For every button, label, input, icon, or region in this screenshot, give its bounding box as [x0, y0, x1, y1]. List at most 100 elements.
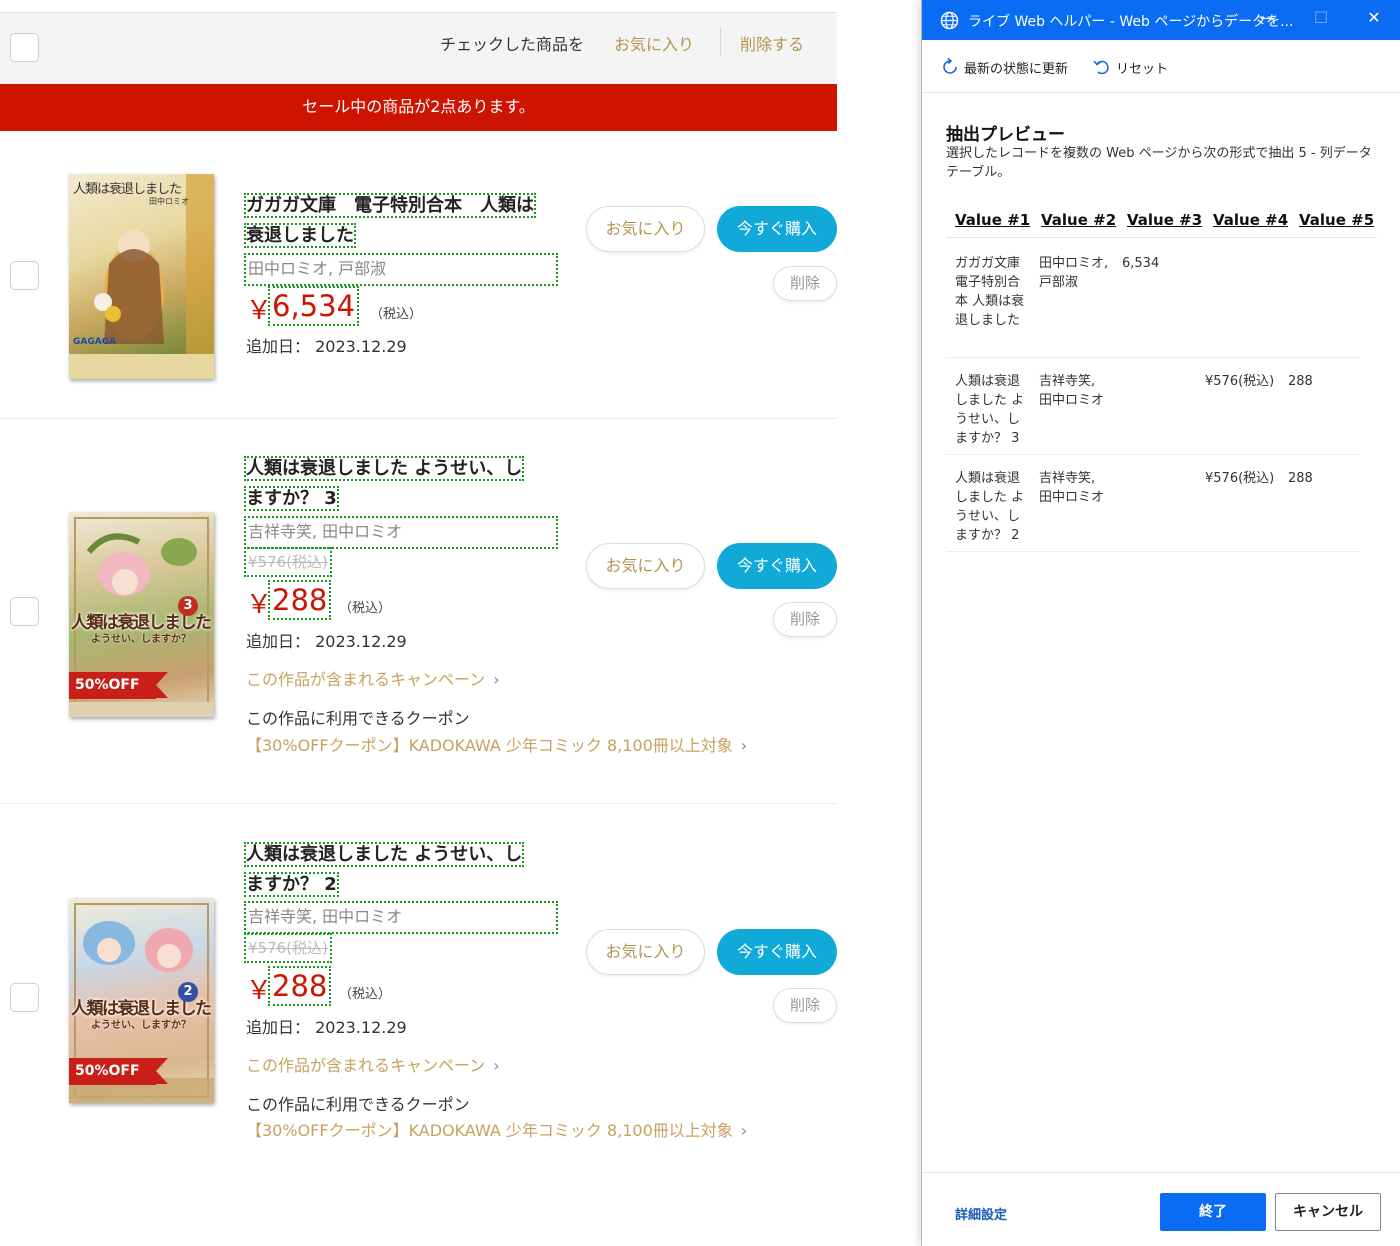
added-date: 追加日： 2023.12.29	[246, 1018, 407, 1037]
close-icon[interactable]: ✕	[1359, 8, 1389, 27]
cancel-button[interactable]: キャンセル	[1275, 1193, 1381, 1231]
advanced-settings-link[interactable]: 詳細設定	[955, 1204, 1007, 1223]
bulk-delete-link[interactable]: 削除する	[740, 31, 804, 55]
table-cell: ¥576(税込)	[1205, 374, 1275, 389]
toolbar-divider	[720, 27, 721, 57]
favorite-button[interactable]: お気に入り	[586, 543, 705, 589]
volume-badge: 3	[178, 596, 198, 616]
cover-subtitle: ようせい、しますか？	[91, 1020, 191, 1031]
item-title-line1: 人類は衰退しました ようせい、し	[243, 842, 525, 867]
coupon-heading: この作品に利用できるクーポン	[246, 709, 470, 728]
favorite-button[interactable]: お気に入り	[586, 929, 705, 975]
maximize-icon[interactable]: ☐	[1306, 8, 1336, 27]
added-date: 追加日： 2023.12.29	[246, 632, 407, 651]
campaign-label: この作品が含まれるキャンペーン	[246, 1056, 486, 1075]
coupon-link[interactable]: 【30%OFFクーポン】KADOKAWA 少年コミック 8,100冊以上対象 ›	[246, 732, 747, 756]
delete-button[interactable]: 削除	[773, 988, 837, 1023]
cover-author: 田中ロミオ	[149, 197, 189, 206]
bulk-favorite-link[interactable]: お気に入り	[614, 31, 694, 55]
table-cell: ¥576(税込)	[1205, 471, 1275, 486]
globe-icon	[940, 11, 959, 30]
item-checkbox[interactable]	[10, 261, 39, 290]
buy-now-button[interactable]: 今すぐ購入	[717, 929, 837, 975]
buy-now-button[interactable]: 今すぐ購入	[717, 206, 837, 252]
tax-label: （税込）	[370, 307, 423, 322]
item-price: 6,534	[267, 286, 360, 326]
undo-icon	[1093, 60, 1109, 75]
cart-page: チェックした商品を お気に入り 削除する セール中の商品が2点あります。 GAG…	[0, 0, 837, 1246]
chevron-right-icon: ›	[493, 1056, 500, 1075]
book-cover[interactable]: 人類は衰退しました ようせい、しますか？ 2 50%OFF	[69, 898, 214, 1103]
refresh-icon	[943, 57, 957, 74]
reset-label: リセット	[1116, 61, 1169, 77]
preview-title: 抽出プレビュー	[946, 125, 1065, 145]
item-title[interactable]: ガガガ文庫 電子特別合本 人類は 衰退しました	[244, 191, 556, 251]
item-title-line2: ますか？ 3	[244, 486, 339, 511]
item-divider	[0, 803, 837, 804]
coupon-label: 【30%OFFクーポン】KADOKAWA 少年コミック 8,100冊以上対象	[246, 736, 733, 755]
yen-symbol: ￥	[246, 296, 273, 326]
live-web-helper-window: ライブ Web ヘルパー - Web ページからデータを... — ☐ ✕ 最新…	[921, 0, 1400, 1246]
discount-badge: 50%OFF	[69, 672, 168, 699]
helper-footer: 詳細設定 終了 キャンセル	[922, 1172, 1400, 1246]
item-author[interactable]: 吉祥寺笑, 田中ロミオ	[244, 901, 558, 934]
table-row: 人類は衰退しました ようせい、しますか？ 3 吉祥寺笑, 田中ロミオ ¥576(…	[946, 358, 1360, 455]
column-header[interactable]: Value #1	[955, 211, 1030, 229]
delete-button[interactable]: 削除	[773, 602, 837, 637]
item-title[interactable]: 人類は衰退しました ようせい、し ますか？ 2	[243, 840, 556, 900]
tax-label: （税込）	[339, 601, 392, 616]
cover-subtitle: ようせい、しますか？	[91, 634, 191, 645]
yen-symbol: ￥	[246, 976, 273, 1006]
preview-description: 選択したレコードを複数の Web ページから次の形式で抽出 5 - 列データ テ…	[946, 146, 1372, 180]
sale-banner: セール中の商品が2点あります。	[0, 84, 837, 131]
campaign-link[interactable]: この作品が含まれるキャンペーン ›	[246, 1052, 500, 1076]
column-header[interactable]: Value #3	[1127, 211, 1202, 229]
cover-title: 人類は衰退しました	[73, 182, 182, 197]
window-titlebar[interactable]: ライブ Web ヘルパー - Web ページからデータを... — ☐ ✕	[922, 0, 1400, 40]
finish-button[interactable]: 終了	[1160, 1193, 1266, 1231]
delete-button[interactable]: 削除	[773, 266, 837, 301]
item-title-line2: ますか？ 2	[244, 872, 339, 897]
favorite-button[interactable]: お気に入り	[586, 206, 705, 252]
minimize-icon[interactable]: —	[1253, 8, 1283, 27]
coupon-heading: この作品に利用できるクーポン	[246, 1095, 470, 1114]
table-cell: 288	[1288, 471, 1313, 486]
table-cell: 6,534	[1122, 256, 1160, 271]
column-header[interactable]: Value #4	[1213, 211, 1288, 229]
refresh-button[interactable]: 最新の状態に更新	[940, 57, 1068, 77]
item-author[interactable]: 田中ロミオ, 戸部淑	[244, 253, 558, 286]
book-cover[interactable]: GAGAGA 人類は衰退しました 田中ロミオ	[69, 174, 214, 379]
svg-text:GAGAGA: GAGAGA	[73, 337, 116, 347]
original-price: ¥576(税込)	[244, 547, 332, 577]
column-header[interactable]: Value #5	[1299, 211, 1374, 229]
item-checkbox[interactable]	[10, 983, 39, 1012]
buy-now-button[interactable]: 今すぐ購入	[717, 543, 837, 589]
item-title-line1: ガガガ文庫 電子特別合本 人類は	[244, 193, 536, 218]
preview-table-header: Value #1 Value #2 Value #3 Value #4 Valu…	[946, 205, 1377, 238]
table-cell: 吉祥寺笑, 田中ロミオ	[1039, 374, 1105, 408]
table-cell: 田中ロミオ, 戸部淑	[1039, 256, 1109, 290]
chevron-right-icon: ›	[740, 736, 748, 755]
book-cover[interactable]: 人類は衰退しました ようせい、しますか？ 3 50%OFF	[69, 512, 214, 717]
table-row: ガガガ文庫 電子特別合本 人類は衰退しました 田中ロミオ, 戸部淑 6,534	[946, 240, 1360, 358]
tax-label: （税込）	[339, 987, 392, 1002]
column-header[interactable]: Value #2	[1041, 211, 1116, 229]
item-title[interactable]: 人類は衰退しました ようせい、し ますか？ 3	[243, 454, 556, 514]
table-cell: ガガガ文庫 電子特別合本 人類は衰退しました	[955, 256, 1025, 328]
coupon-link[interactable]: 【30%OFFクーポン】KADOKAWA 少年コミック 8,100冊以上対象 ›	[246, 1117, 747, 1141]
volume-badge: 2	[178, 982, 198, 1002]
item-price: 288	[267, 580, 332, 620]
item-author[interactable]: 吉祥寺笑, 田中ロミオ	[244, 516, 558, 549]
table-cell: 人類は衰退しました ようせい、しますか？ 3	[955, 374, 1025, 446]
table-cell: 288	[1288, 374, 1313, 389]
yen-symbol: ￥	[246, 590, 273, 620]
table-cell: 人類は衰退しました ようせい、しますか？ 2	[955, 471, 1025, 543]
item-price: 288	[267, 966, 332, 1006]
table-cell: 吉祥寺笑, 田中ロミオ	[1039, 471, 1105, 505]
campaign-link[interactable]: この作品が含まれるキャンペーン ›	[246, 666, 500, 690]
reset-button[interactable]: リセット	[1092, 57, 1168, 77]
item-checkbox[interactable]	[10, 597, 39, 626]
refresh-label: 最新の状態に更新	[964, 61, 1069, 77]
cart-toolbar: チェックした商品を お気に入り 削除する	[0, 12, 837, 84]
select-all-checkbox[interactable]	[10, 33, 39, 62]
